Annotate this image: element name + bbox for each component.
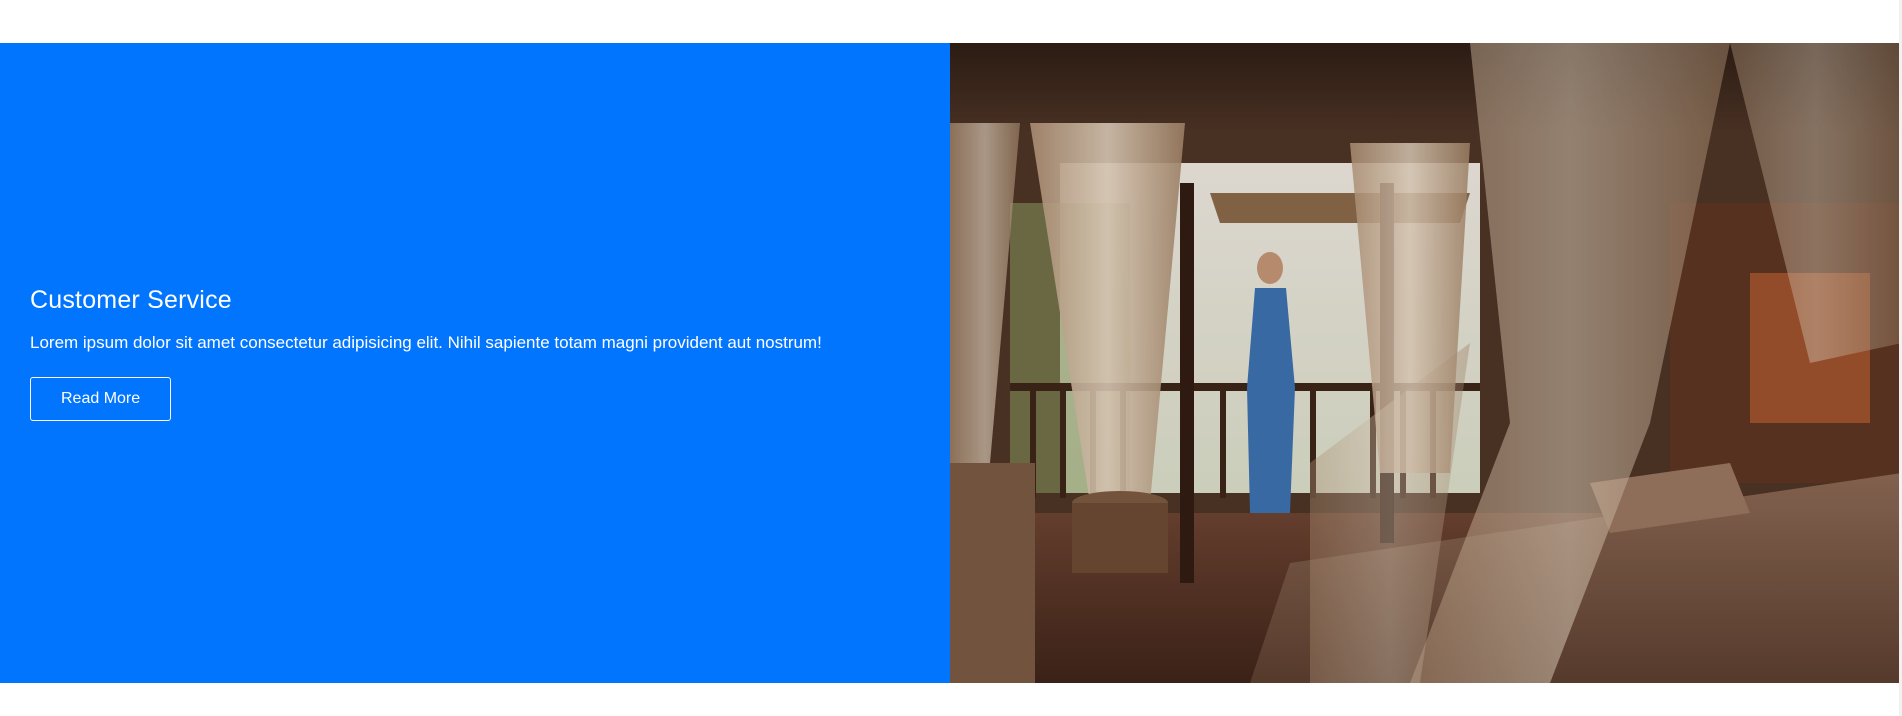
section-heading: Customer Service [30, 286, 232, 314]
page: Customer Service Lorem ipsum dolor sit a… [0, 0, 1902, 716]
resort-room-image [950, 43, 1902, 683]
read-more-button[interactable]: Read More [30, 377, 172, 421]
feature-section: Customer Service Lorem ipsum dolor sit a… [0, 43, 1902, 683]
feature-content: Customer Service Lorem ipsum dolor sit a… [30, 286, 822, 421]
feature-text-panel: Customer Service Lorem ipsum dolor sit a… [0, 43, 950, 683]
section-description: Lorem ipsum dolor sit amet consectetur a… [30, 333, 822, 352]
